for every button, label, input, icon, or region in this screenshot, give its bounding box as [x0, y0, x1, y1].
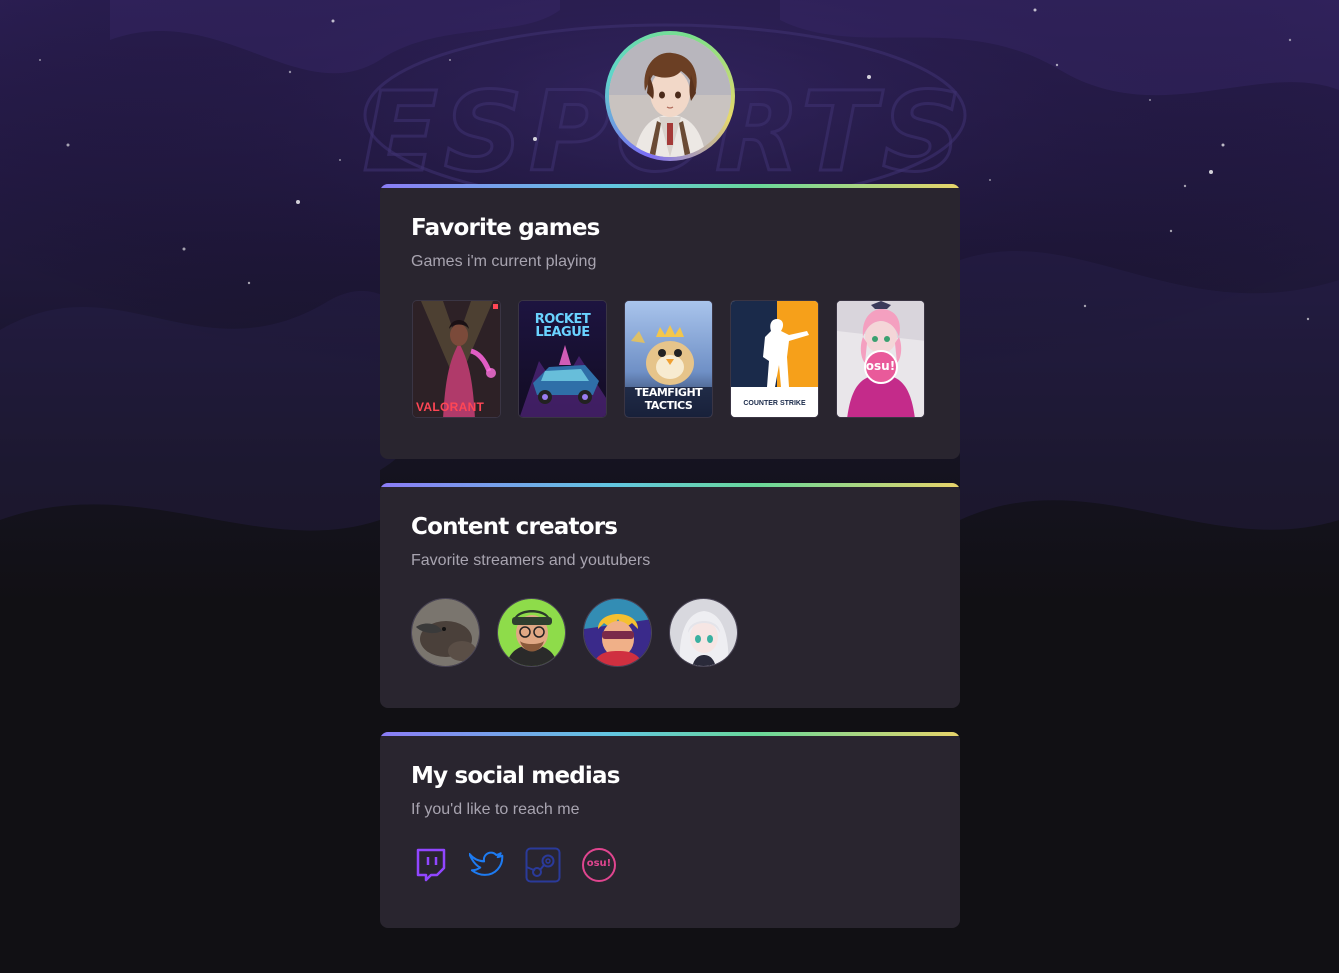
game-card-rocket-league[interactable]: ROCKET LEAGUE	[518, 300, 607, 418]
rocket-league-logo-line2: LEAGUE	[535, 325, 590, 340]
twitch-icon	[416, 848, 446, 882]
anime-girl-avatar	[670, 599, 737, 666]
social-medias-subtitle: If you'd like to reach me	[411, 801, 580, 818]
favorite-games-title: Favorite games	[411, 215, 600, 241]
favorite-games-subtitle: Games i'm current playing	[411, 253, 597, 270]
tft-logo-line1: TEAMFIGHT	[634, 386, 703, 399]
social-links: osu!	[413, 847, 617, 883]
twitter-link[interactable]	[469, 847, 505, 883]
cartoon-hero-avatar	[584, 599, 651, 666]
twitch-link[interactable]	[413, 847, 449, 883]
creator-avatar-bearded-man[interactable]	[497, 598, 566, 667]
games-list: VALORANT ROCKET LEAGUE TEAMFIGHT TACTICS…	[412, 300, 925, 418]
creator-avatar-cartoon-hero[interactable]	[583, 598, 652, 667]
platypus-avatar	[412, 599, 479, 666]
social-medias-card: My social medias If you'd like to reach …	[380, 732, 960, 928]
counter-strike-logo-text: COUNTER STRIKE	[731, 400, 818, 407]
steam-link[interactable]	[525, 847, 561, 883]
valorant-logo-text: VALORANT	[416, 400, 485, 414]
bearded-man-avatar	[498, 599, 565, 666]
game-card-valorant[interactable]: VALORANT	[412, 300, 501, 418]
profile-avatar-ring	[605, 31, 735, 161]
twitter-icon	[469, 851, 504, 876]
creator-avatar-anime-girl[interactable]	[669, 598, 738, 667]
osu-link[interactable]: osu!	[581, 847, 617, 883]
osu-logo-text: osu!	[865, 359, 896, 373]
profile-avatar	[609, 35, 731, 157]
profile-avatar-illustration	[609, 35, 731, 157]
steam-icon	[525, 847, 561, 883]
game-card-counter-strike[interactable]: COUNTER STRIKE	[730, 300, 819, 418]
content-creators-title: Content creators	[411, 514, 618, 540]
game-card-osu[interactable]: osu!	[836, 300, 925, 418]
tft-logo-line2: TACTICS	[644, 399, 693, 412]
creators-list	[411, 598, 738, 667]
favorite-games-card: Favorite games Games i'm current playing…	[380, 184, 960, 459]
social-medias-title: My social medias	[411, 763, 620, 789]
counter-strike-logo-line2: STRIKE	[779, 400, 806, 407]
creator-avatar-platypus[interactable]	[411, 598, 480, 667]
osu-icon-label: osu!	[586, 858, 612, 869]
counter-strike-logo-line1: COUNTER	[743, 400, 778, 407]
content-creators-card: Content creators Favorite streamers and …	[380, 483, 960, 708]
content-creators-subtitle: Favorite streamers and youtubers	[411, 552, 651, 569]
game-card-teamfight-tactics[interactable]: TEAMFIGHT TACTICS	[624, 300, 713, 418]
